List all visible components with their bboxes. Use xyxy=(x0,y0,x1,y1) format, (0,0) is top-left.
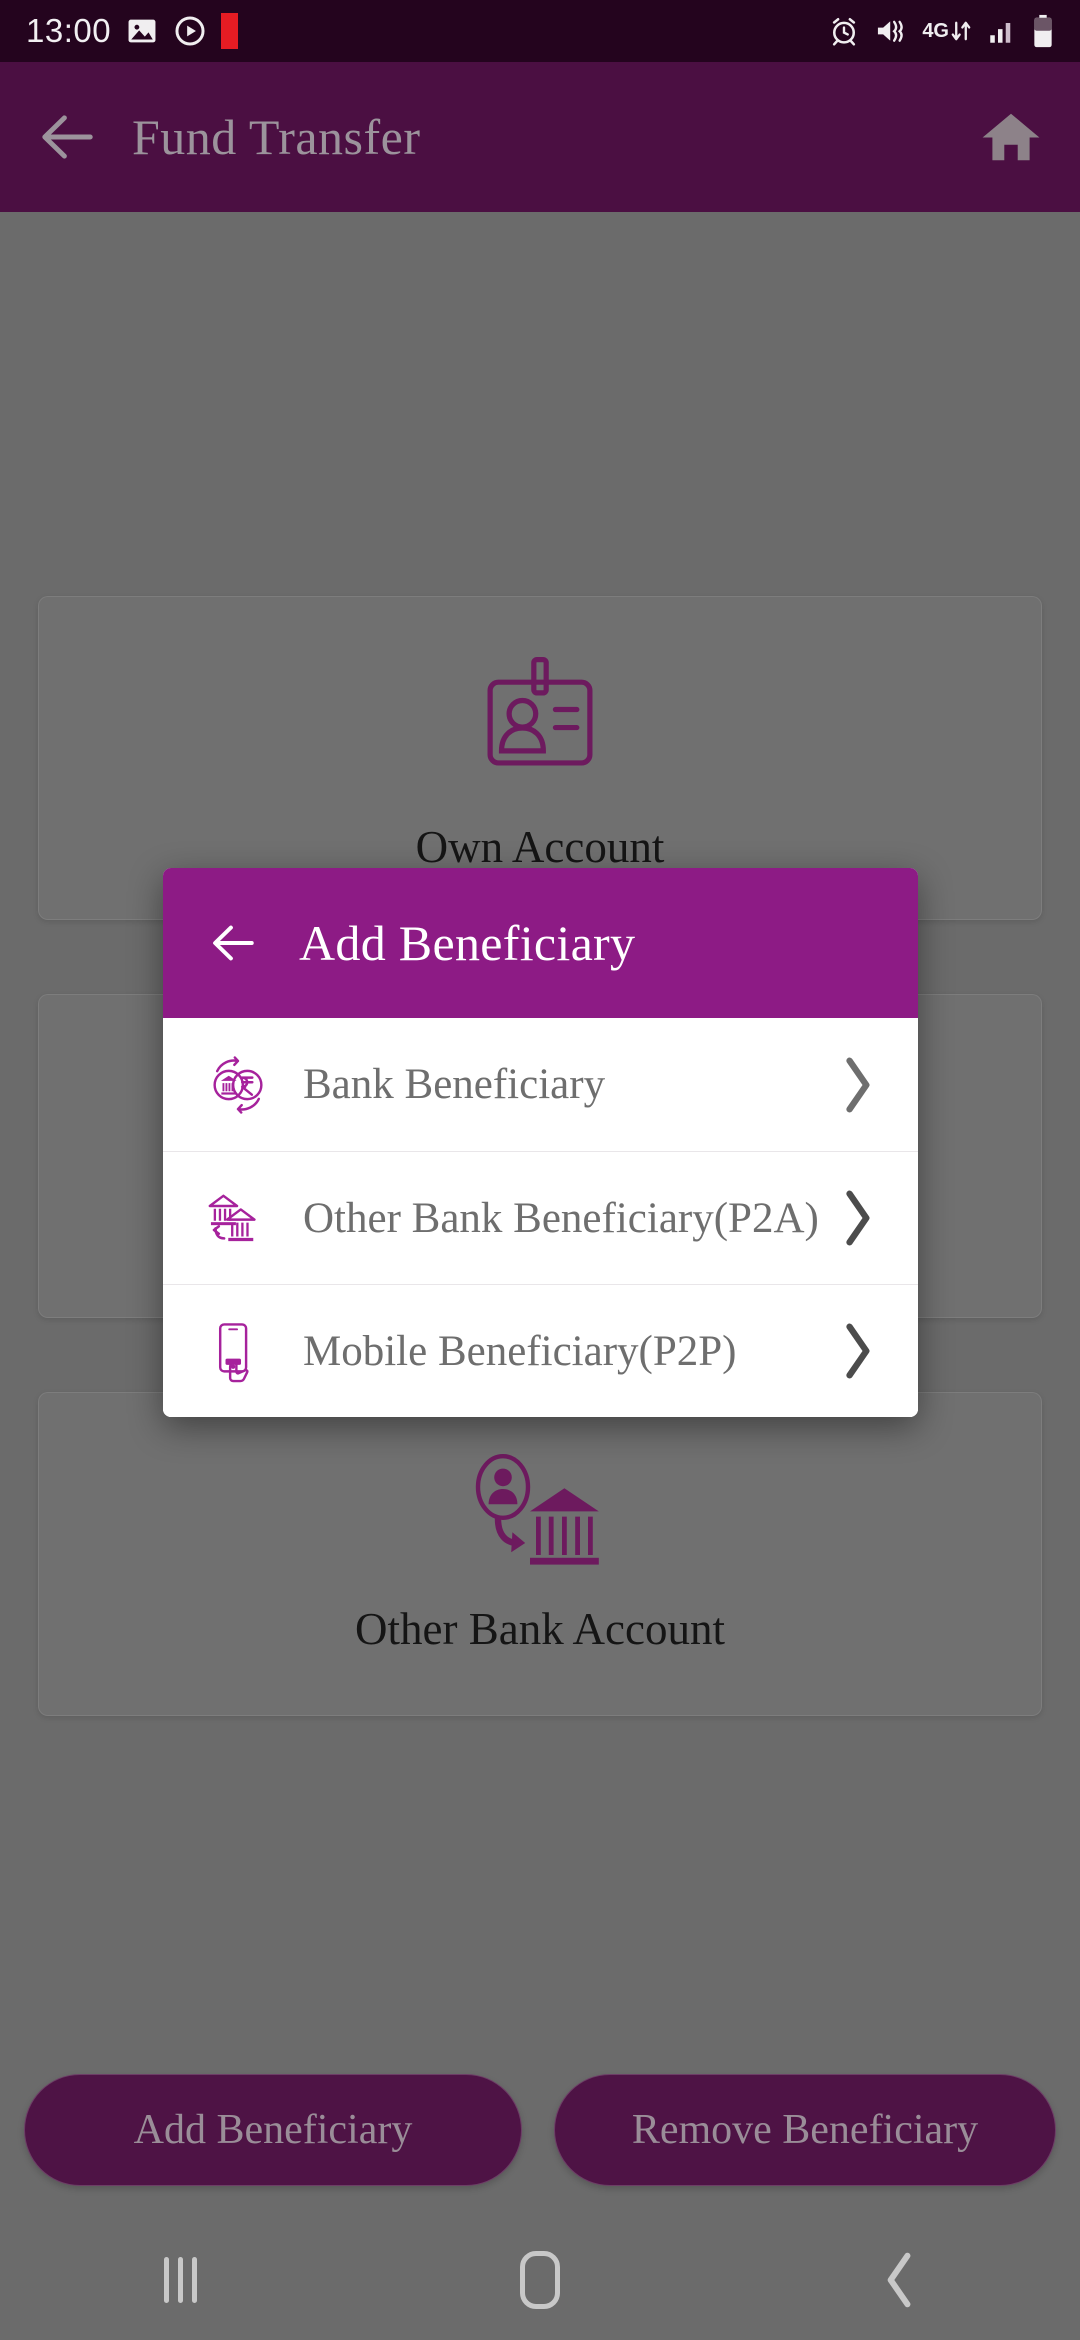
card-other-bank-account[interactable]: Other Bank Account xyxy=(38,1392,1042,1716)
red-flag-icon xyxy=(221,13,239,49)
nav-back-button[interactable] xyxy=(720,2220,1080,2340)
signal-bars-icon xyxy=(990,23,1011,43)
record-circle-icon xyxy=(175,16,205,46)
bank-rupee-exchange-icon xyxy=(199,1048,277,1122)
remove-beneficiary-button[interactable]: Remove Beneficiary xyxy=(554,2074,1056,2186)
network-type-label: 4G xyxy=(922,20,949,42)
back-chevron-icon xyxy=(887,2252,911,2308)
arrow-left-icon[interactable] xyxy=(205,918,261,968)
add-beneficiary-button[interactable]: Add Beneficiary xyxy=(24,2074,522,2186)
bank-to-bank-transfer-icon xyxy=(199,1181,277,1255)
recents-icon xyxy=(163,2257,197,2303)
page-title: Fund Transfer xyxy=(132,109,421,165)
status-clock: 13:00 xyxy=(26,12,112,49)
phone-screen: 13:00 4G Fund Transfer Own Account Other… xyxy=(0,0,1080,2340)
battery-icon xyxy=(1034,14,1052,48)
4g-data-icon: 4G xyxy=(922,16,972,46)
mobile-tap-icon xyxy=(199,1314,277,1388)
status-bar-right: 4G xyxy=(828,14,1054,48)
arrow-left-icon[interactable] xyxy=(36,106,98,168)
add-beneficiary-dialog: Add Beneficiary Bank Beneficiary Other B… xyxy=(163,868,918,1417)
mute-vibrate-icon xyxy=(878,20,904,42)
home-square-icon xyxy=(520,2251,560,2309)
nav-home-button[interactable] xyxy=(360,2220,720,2340)
alarm-icon xyxy=(833,18,856,46)
list-item-other-bank-beneficiary[interactable]: Other Bank Beneficiary(P2A) xyxy=(163,1151,918,1284)
status-bar-left: 13:00 xyxy=(26,12,239,50)
list-item-bank-beneficiary[interactable]: Bank Beneficiary xyxy=(163,1018,918,1151)
beneficiary-type-list: Bank Beneficiary Other Bank Beneficiary(… xyxy=(163,1018,918,1417)
list-item-mobile-beneficiary[interactable]: Mobile Beneficiary(P2P) xyxy=(163,1284,918,1417)
image-icon xyxy=(128,19,156,43)
list-item-label: Mobile Beneficiary(P2P) xyxy=(303,1327,737,1375)
dialog-header: Add Beneficiary xyxy=(163,868,918,1018)
nav-recents-button[interactable] xyxy=(0,2220,360,2340)
dialog-title: Add Beneficiary xyxy=(299,915,636,971)
chevron-right-icon[interactable] xyxy=(840,1323,874,1379)
chevron-right-icon[interactable] xyxy=(840,1190,874,1246)
action-bar: Add Beneficiary Remove Beneficiary xyxy=(0,2040,1080,2220)
chevron-right-icon[interactable] xyxy=(840,1057,874,1113)
list-item-label: Bank Beneficiary xyxy=(303,1061,606,1108)
card-label: Own Account xyxy=(415,822,665,872)
app-toolbar: Fund Transfer xyxy=(0,62,1080,212)
person-to-bank-transfer-icon xyxy=(475,1454,599,1565)
list-item-label: Other Bank Beneficiary(P2A) xyxy=(303,1194,819,1242)
id-card-person-icon xyxy=(487,657,593,766)
home-icon[interactable] xyxy=(978,106,1044,168)
status-bar: 13:00 4G xyxy=(0,0,1080,62)
card-label: Other Bank Account xyxy=(355,1604,725,1654)
android-nav-bar xyxy=(0,2220,1080,2340)
